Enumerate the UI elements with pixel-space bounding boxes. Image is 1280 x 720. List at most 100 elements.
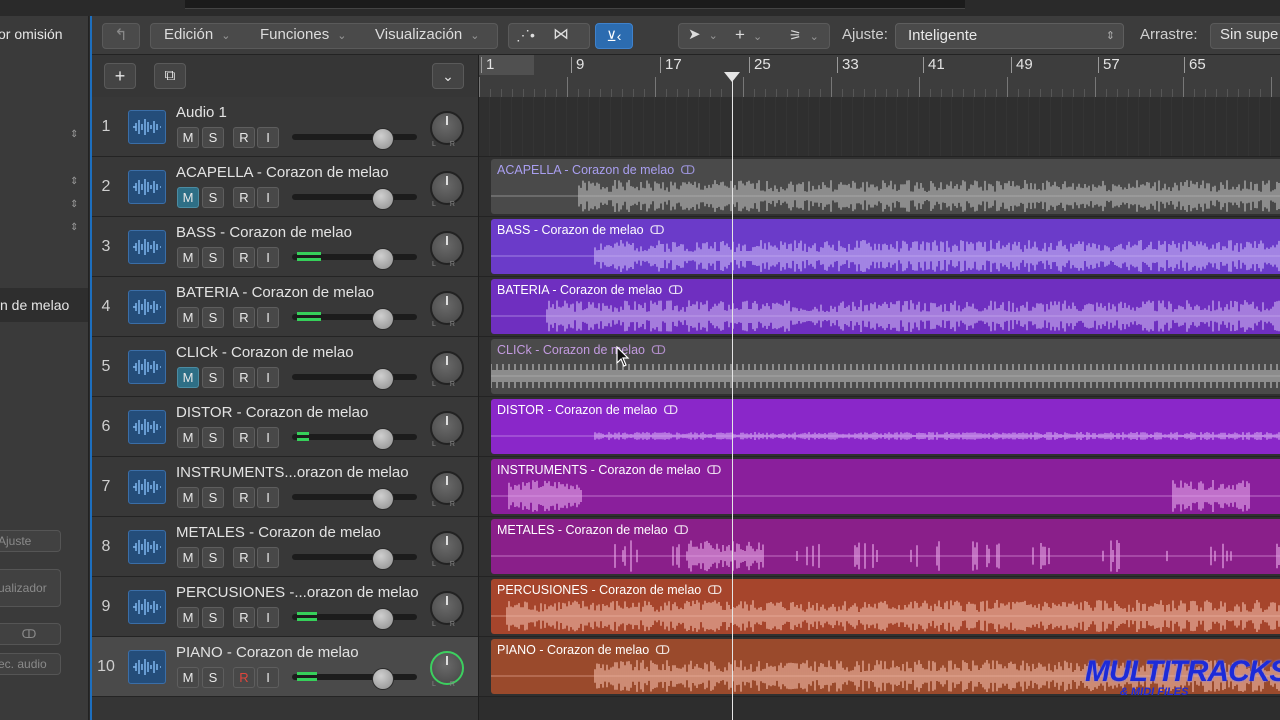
pan-knob[interactable] [430, 291, 464, 325]
record-enable-button[interactable]: R [233, 547, 255, 568]
chevron-updown-icon[interactable]: ⇕ [70, 129, 78, 140]
volume-fader[interactable] [292, 554, 417, 560]
menu-edicion[interactable]: Edición ⌄ [164, 22, 230, 48]
waveform-icon[interactable] [128, 650, 166, 684]
track-header[interactable]: 6 DISTOR - Corazon de melao M S R I LR [92, 397, 478, 457]
fade-tool-icon[interactable]: ⚞ ⌄ [789, 22, 819, 48]
input-monitor-button[interactable]: I [257, 307, 279, 328]
track-header[interactable]: 8 METALES - Corazon de melao M S R I LR [92, 517, 478, 577]
chevron-updown-icon[interactable]: ⇕ [70, 199, 78, 210]
solo-button[interactable]: S [202, 667, 224, 688]
record-enable-button[interactable]: R [233, 367, 255, 388]
track-header[interactable]: 9 PERCUSIONES -...orazon de melao M S R I LR [92, 577, 478, 637]
pan-knob[interactable] [430, 351, 464, 385]
ajuste-button[interactable]: Ajuste [0, 530, 61, 552]
record-enable-button[interactable]: R [233, 427, 255, 448]
track-lane[interactable]: DISTOR - Corazon de melao ↀ [479, 397, 1280, 457]
solo-button[interactable]: S [202, 187, 224, 208]
playhead[interactable] [732, 79, 733, 720]
track-name[interactable]: INSTRUMENTS...orazon de melao [176, 464, 409, 481]
input-monitor-button[interactable]: I [257, 427, 279, 448]
track-name[interactable]: CLICk - Corazon de melao [176, 344, 354, 361]
volume-fader[interactable] [292, 494, 417, 500]
volume-fader[interactable] [292, 374, 417, 380]
solo-button[interactable]: S [202, 127, 224, 148]
fader-knob[interactable] [372, 248, 394, 270]
solo-button[interactable]: S [202, 487, 224, 508]
input-monitor-button[interactable]: I [257, 667, 279, 688]
duplicate-track-button[interactable]: ⧉ [154, 63, 186, 89]
waveform-icon[interactable] [128, 110, 166, 144]
track-name[interactable]: METALES - Corazon de melao [176, 524, 381, 541]
loop-button[interactable]: ↀ [0, 623, 61, 645]
collapse-button[interactable]: ⌄ [432, 63, 464, 89]
volume-fader[interactable] [292, 434, 417, 440]
mute-button[interactable]: M [177, 547, 199, 568]
menu-visualizacion[interactable]: Visualización ⌄ [375, 22, 480, 48]
waveform-icon[interactable] [128, 470, 166, 504]
input-monitor-button[interactable]: I [257, 487, 279, 508]
mute-button[interactable]: M [177, 367, 199, 388]
mute-button[interactable]: M [177, 667, 199, 688]
bar-ruler[interactable]: 1 9 17 25 33 41 49 57 65 [479, 55, 1280, 98]
automation-icon[interactable]: ⋰• [516, 22, 535, 48]
track-name[interactable]: ACAPELLA - Corazon de melao [176, 164, 389, 181]
track-header[interactable]: 7 INSTRUMENTS...orazon de melao M S R I LR [92, 457, 478, 517]
input-monitor-button[interactable]: I [257, 187, 279, 208]
record-enable-button[interactable]: R [233, 667, 255, 688]
pan-knob[interactable] [430, 111, 464, 145]
crosshair-tool-icon[interactable]: + ⌄ [735, 22, 762, 48]
solo-button[interactable]: S [202, 247, 224, 268]
track-lane[interactable]: INSTRUMENTS - Corazon de melao ↀ [479, 457, 1280, 517]
fader-knob[interactable] [372, 368, 394, 390]
mute-button[interactable]: M [177, 307, 199, 328]
solo-button[interactable]: S [202, 607, 224, 628]
record-enable-button[interactable]: R [233, 127, 255, 148]
pan-knob[interactable] [430, 411, 464, 445]
fader-knob[interactable] [372, 608, 394, 630]
mute-button[interactable]: M [177, 127, 199, 148]
audio-region[interactable]: PERCUSIONES - Corazon de melao ↀ [491, 579, 1280, 634]
waveform-icon[interactable] [128, 590, 166, 624]
rec-audio-button[interactable]: ec. audio [0, 653, 61, 675]
track-header[interactable]: 2 ACAPELLA - Corazon de melao M S R I LR [92, 157, 478, 217]
pan-knob[interactable] [430, 471, 464, 505]
back-button[interactable]: ↰ [102, 23, 140, 49]
track-name[interactable]: Audio 1 [176, 104, 227, 121]
input-monitor-button[interactable]: I [257, 367, 279, 388]
fader-knob[interactable] [372, 668, 394, 690]
track-name[interactable]: BATERIA - Corazon de melao [176, 284, 374, 301]
add-track-button[interactable]: + [104, 63, 136, 89]
solo-button[interactable]: S [202, 427, 224, 448]
fader-knob[interactable] [372, 308, 394, 330]
chevron-updown-icon[interactable]: ⇕ [70, 176, 78, 187]
track-header[interactable]: 1 Audio 1 M S R I LR [92, 97, 478, 157]
track-lane[interactable]: ACAPELLA - Corazon de melao ↀ [479, 157, 1280, 217]
input-monitor-button[interactable]: I [257, 607, 279, 628]
mute-button[interactable]: M [177, 427, 199, 448]
track-name[interactable]: DISTOR - Corazon de melao [176, 404, 368, 421]
playhead-handle[interactable] [724, 72, 740, 82]
pan-knob[interactable] [430, 591, 464, 625]
catch-button[interactable]: ⊻‹ [595, 23, 633, 49]
record-enable-button[interactable]: R [233, 187, 255, 208]
flex-icon[interactable]: ⋈ [553, 22, 569, 48]
record-enable-button[interactable]: R [233, 247, 255, 268]
audio-region[interactable]: DISTOR - Corazon de melao ↀ [491, 399, 1280, 454]
fader-knob[interactable] [372, 428, 394, 450]
record-enable-button[interactable]: R [233, 307, 255, 328]
solo-button[interactable]: S [202, 547, 224, 568]
track-header[interactable]: 4 BATERIA - Corazon de melao M S R I LR [92, 277, 478, 337]
audio-region[interactable]: ACAPELLA - Corazon de melao ↀ [491, 159, 1280, 214]
audio-region[interactable]: METALES - Corazon de melao ↀ [491, 519, 1280, 574]
track-lane[interactable]: METALES - Corazon de melao ↀ [479, 517, 1280, 577]
ajuste-select[interactable]: Inteligente ⇕ [895, 23, 1124, 49]
track-lane[interactable] [479, 97, 1280, 157]
track-header[interactable]: 3 BASS - Corazon de melao M S R I LR [92, 217, 478, 277]
solo-button[interactable]: S [202, 367, 224, 388]
track-lane[interactable]: PERCUSIONES - Corazon de melao ↀ [479, 577, 1280, 637]
track-name[interactable]: PERCUSIONES -...orazon de melao [176, 584, 419, 601]
track-lane[interactable]: BASS - Corazon de melao ↀ [479, 217, 1280, 277]
solo-button[interactable]: S [202, 307, 224, 328]
record-enable-button[interactable]: R [233, 607, 255, 628]
